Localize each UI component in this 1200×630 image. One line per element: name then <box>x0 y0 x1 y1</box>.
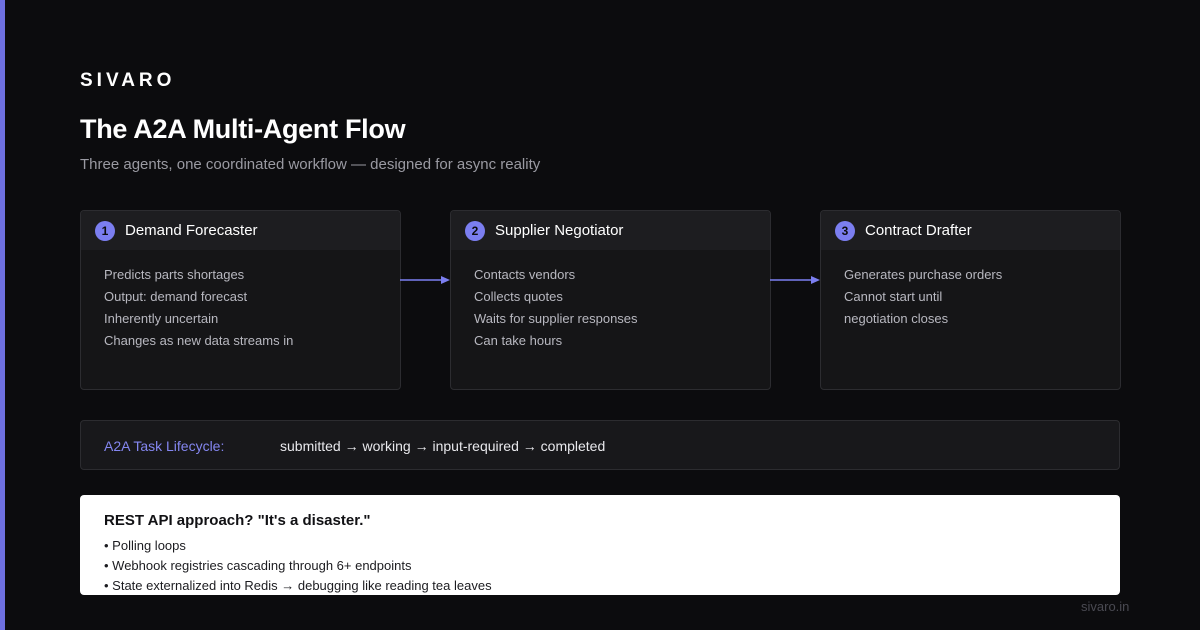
rest-point: • State externalized into Redis → debugg… <box>104 578 492 593</box>
task-lifecycle-bar: A2A Task Lifecycle: submitted → working … <box>80 420 1120 470</box>
rest-points-list: • Polling loops • Webhook registries cas… <box>104 538 492 598</box>
flow-arrow-2-to-3 <box>770 276 820 284</box>
flow-arrow-1-to-2 <box>400 276 450 284</box>
rest-point: • Webhook registries cascading through 6… <box>104 558 412 573</box>
rest-point: • Polling loops <box>104 538 186 553</box>
lifecycle-label: A2A Task Lifecycle: <box>104 438 225 454</box>
rest-panel-title: REST API approach? "It's a disaster." <box>104 512 371 529</box>
rest-api-panel: REST API approach? "It's a disaster." • … <box>80 495 1120 595</box>
lifecycle-steps: submitted → working → input-required → c… <box>280 438 606 454</box>
footer-url: sivaro.in <box>1081 599 1130 614</box>
